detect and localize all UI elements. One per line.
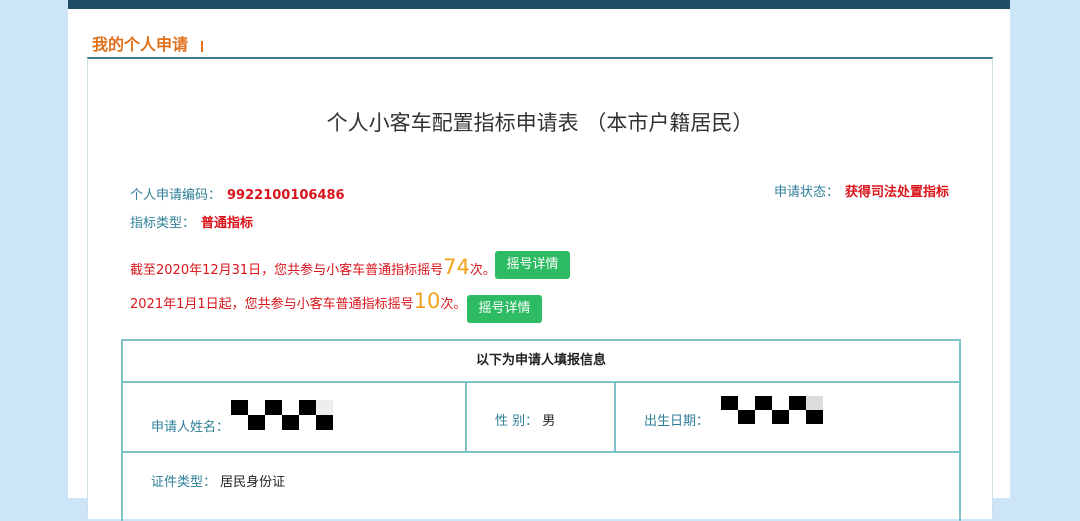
lottery-count-line-2: 2021年1月1日起，您共参与小客车普通指标摇号10次。 [130,289,466,313]
section-title: 我的个人申请 [92,35,189,54]
quota-type-label: 指标类型： [130,216,196,231]
table-divider [123,381,959,383]
quota-type-value: 普通指标 [201,216,254,231]
form-title: 个人小客车配置指标申请表 （本市户籍居民） [326,111,754,135]
applicant-info-table: 以下为申请人填报信息 申请人姓名： 性 别： 男 出生日期： 证件类型： 居民身… [121,339,961,521]
id-type-label: 证件类型： [151,475,217,490]
quota-type: 指标类型： 普通指标 [130,212,253,231]
lottery-line1-prefix: 截至2020年12月31日，您共参与小客车普通指标摇号 [130,263,444,278]
application-code: 个人申请编码： 9922100106486 [130,184,345,203]
table-divider [123,451,959,453]
gender-cell: 性 别： 男 [495,410,555,429]
gender-value: 男 [542,414,556,429]
application-code-value: 9922100106486 [227,188,345,203]
table-column-divider [614,383,616,451]
application-code-label: 个人申请编码： [130,188,222,203]
applicant-name-cell: 申请人姓名： [151,416,229,435]
lottery-details-button-2[interactable]: 摇号详情 [467,295,542,323]
name-redaction-mosaic [231,400,333,430]
application-status: 申请状态： 获得司法处置指标 [774,181,949,200]
birth-date-label: 出生日期： [644,414,710,429]
lottery-line1-suffix: 次。 [469,263,496,278]
section-title-marker [201,41,203,52]
table-column-divider [465,383,467,451]
top-banner [68,0,1010,9]
lottery-line2-suffix: 次。 [440,297,467,312]
application-panel: 个人小客车配置指标申请表 （本市户籍居民） 个人申请编码： 99221001064… [87,57,993,521]
birth-date-cell: 出生日期： [644,410,709,429]
lottery-line2-prefix: 2021年1月1日起，您共参与小客车普通指标摇号 [130,297,414,312]
birth-date-redaction-mosaic [721,396,823,424]
lottery-count-line-1: 截至2020年12月31日，您共参与小客车普通指标摇号74次。 [130,255,496,279]
id-type-value: 居民身份证 [220,475,286,490]
lottery-line2-count: 10 [413,289,441,313]
lottery-line1-count: 74 [443,255,470,279]
gender-label: 性 别： [495,414,539,429]
id-type-cell: 证件类型： 居民身份证 [151,471,285,490]
application-status-label: 申请状态： [774,185,840,200]
page-container: 我的个人申请 个人小客车配置指标申请表 （本市户籍居民） 个人申请编码： 9922… [68,9,1010,521]
lottery-details-button-1[interactable]: 摇号详情 [495,251,570,279]
applicant-name-label: 申请人姓名： [151,420,230,435]
applicant-info-header: 以下为申请人填报信息 [475,353,606,368]
application-status-value: 获得司法处置指标 [845,185,950,200]
